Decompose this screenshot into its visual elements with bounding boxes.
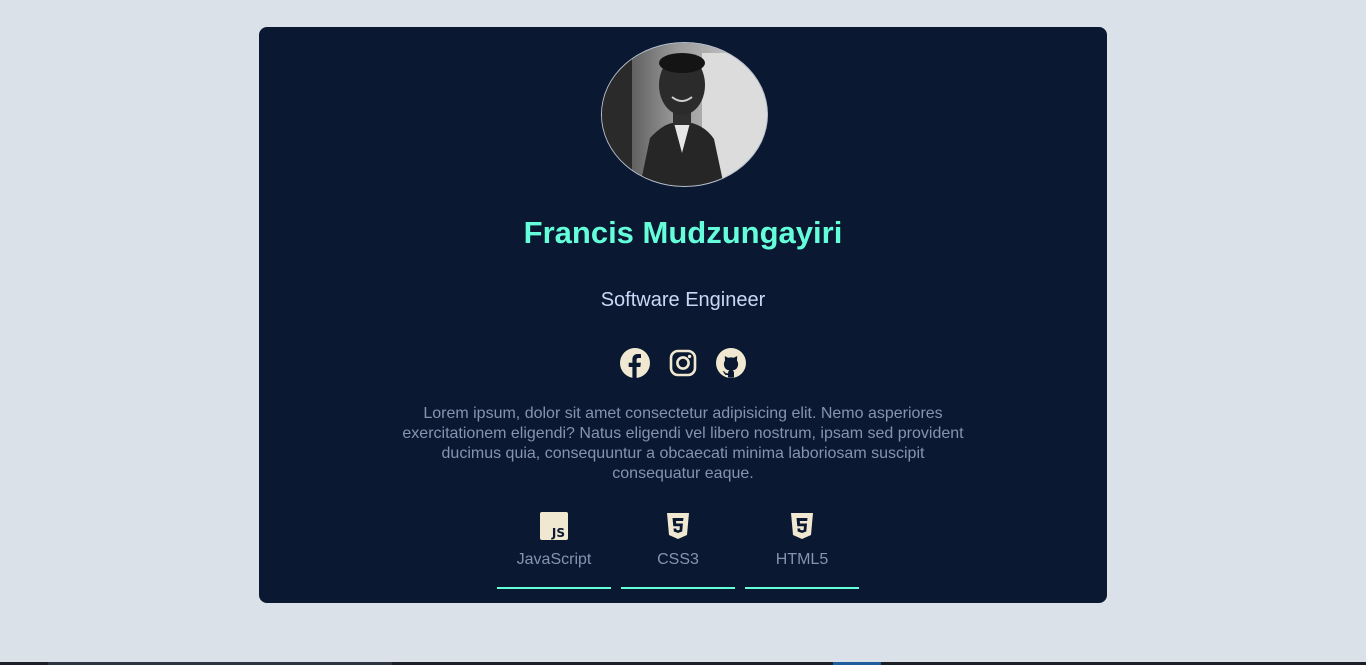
skill-label: JavaScript [516, 551, 592, 568]
skills-list: JS JavaScript CSS3 HTML5 [497, 509, 859, 589]
profile-card: Francis Mudzungayiri Software Engineer L… [259, 27, 1107, 603]
skill-css3: CSS3 [621, 509, 735, 589]
skill-javascript: JS JavaScript [497, 509, 611, 589]
skill-html5: HTML5 [745, 509, 859, 589]
github-icon [716, 348, 746, 378]
profile-bio: Lorem ipsum, dolor sit amet consectetur … [402, 405, 964, 482]
instagram-link[interactable] [668, 348, 698, 378]
profile-name: Francis Mudzungayiri [523, 215, 843, 250]
github-link[interactable] [716, 348, 746, 378]
profile-photo [602, 43, 767, 186]
instagram-icon [669, 349, 697, 377]
css3-icon [667, 513, 689, 539]
profile-avatar [601, 42, 768, 187]
facebook-link[interactable] [620, 348, 650, 378]
profile-role: Software Engineer [600, 289, 766, 311]
skill-label: HTML5 [775, 551, 829, 568]
social-links [259, 348, 1107, 380]
facebook-icon [620, 348, 650, 378]
skill-label: CSS3 [657, 551, 699, 568]
javascript-icon: JS [540, 512, 568, 540]
html5-icon [791, 513, 813, 539]
svg-text:JS: JS [551, 526, 565, 540]
